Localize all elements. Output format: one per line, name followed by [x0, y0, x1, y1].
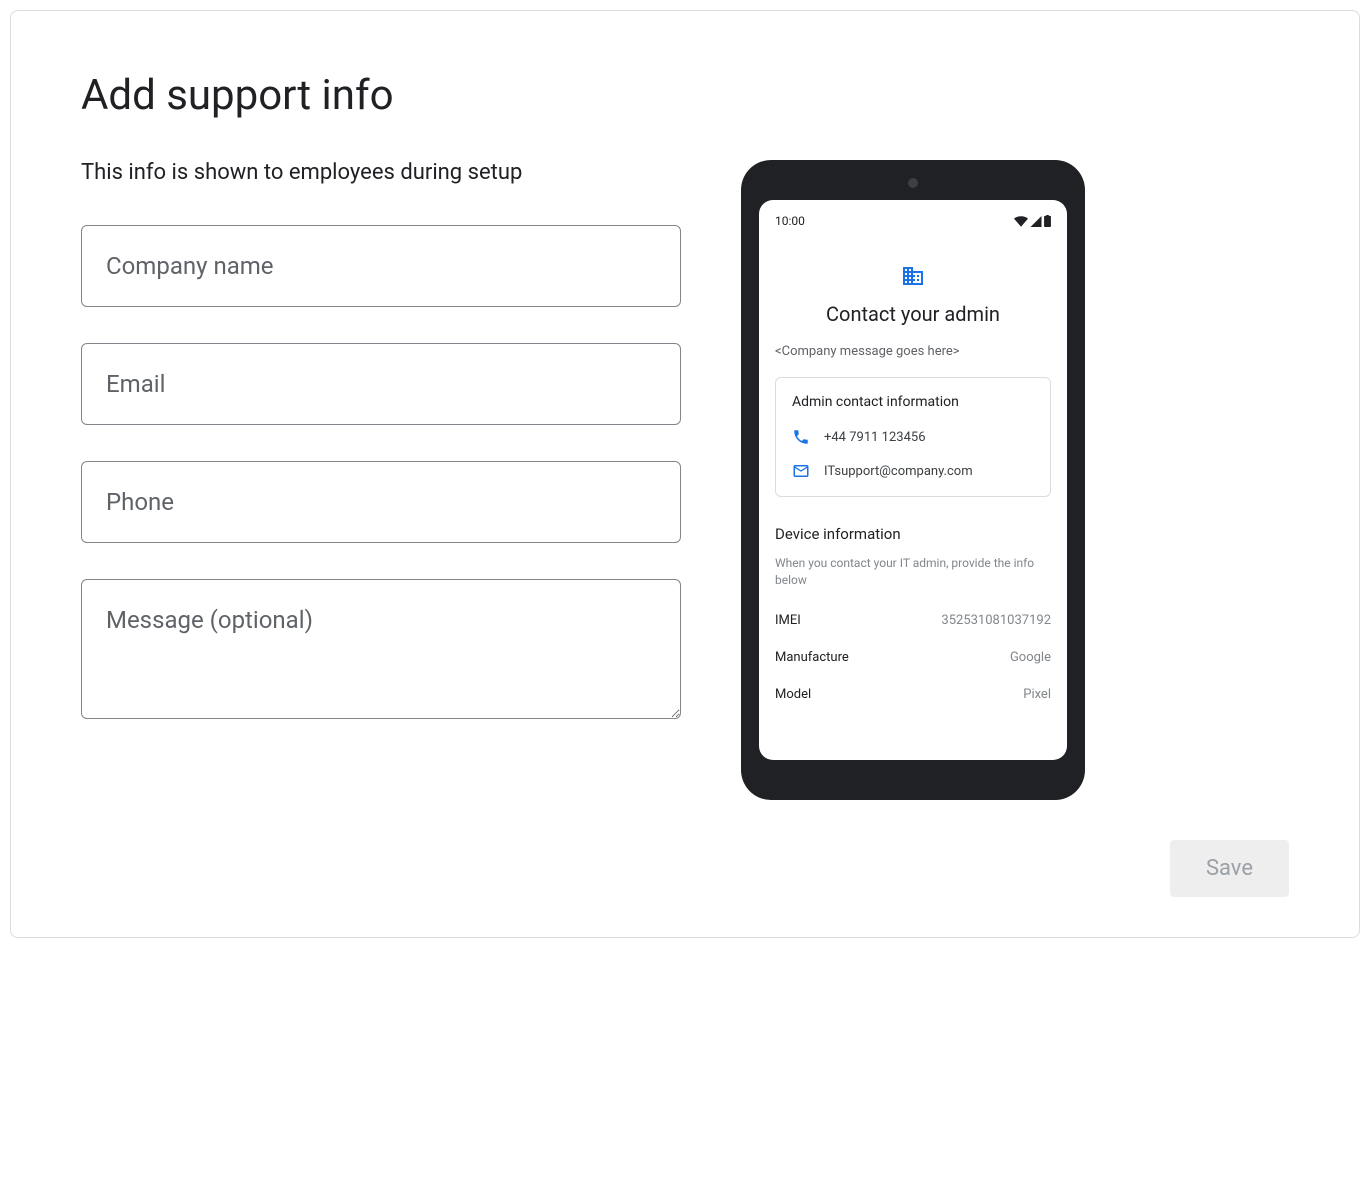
message-textarea[interactable]: [81, 579, 681, 719]
device-info-sub: When you contact your IT admin, provide …: [775, 555, 1051, 589]
contact-email-row: ITsupport@company.com: [792, 462, 1034, 480]
form-column: This info is shown to employees during s…: [81, 160, 681, 759]
phone-frame: 10:00 Contact your admin <Company messag…: [741, 160, 1085, 800]
device-row-value: Google: [1010, 650, 1051, 665]
admin-contact-heading: Admin contact information: [792, 394, 1034, 410]
save-button[interactable]: Save: [1170, 840, 1289, 897]
support-info-card: Add support info This info is shown to e…: [10, 10, 1360, 938]
building-icon: [901, 264, 925, 288]
content-row: This info is shown to employees during s…: [81, 160, 1289, 800]
preview-title: Contact your admin: [775, 302, 1051, 326]
admin-contact-card: Admin contact information +44 7911 12345…: [775, 377, 1051, 497]
phone-screen: 10:00 Contact your admin <Company messag…: [759, 200, 1067, 760]
page-subtitle: This info is shown to employees during s…: [81, 160, 681, 185]
contact-email-value: ITsupport@company.com: [824, 464, 973, 479]
footer: Save: [81, 840, 1289, 897]
phone-input[interactable]: [81, 461, 681, 543]
phone-preview-column: 10:00 Contact your admin <Company messag…: [741, 160, 1085, 800]
signal-icon: [1030, 216, 1042, 227]
device-row: Manufacture Google: [775, 650, 1051, 665]
status-bar: 10:00: [775, 214, 1051, 228]
battery-icon: [1044, 215, 1051, 227]
device-info-heading: Device information: [775, 525, 1051, 543]
device-row-value: 352531081037192: [941, 613, 1051, 628]
device-row-label: Model: [775, 687, 811, 702]
page-title: Add support info: [81, 71, 1289, 120]
email-icon: [792, 462, 810, 480]
contact-phone-value: +44 7911 123456: [824, 430, 926, 445]
device-row: IMEI 352531081037192: [775, 613, 1051, 628]
email-input[interactable]: [81, 343, 681, 425]
status-icons: [1014, 215, 1051, 227]
device-row-label: IMEI: [775, 613, 801, 628]
device-row: Model Pixel: [775, 687, 1051, 702]
company-name-input[interactable]: [81, 225, 681, 307]
status-time: 10:00: [775, 214, 805, 228]
contact-phone-row: +44 7911 123456: [792, 428, 1034, 446]
device-row-label: Manufacture: [775, 650, 849, 665]
wifi-icon: [1014, 216, 1028, 227]
phone-icon: [792, 428, 810, 446]
device-row-value: Pixel: [1023, 687, 1051, 702]
phone-camera-icon: [908, 178, 918, 188]
preview-message: <Company message goes here>: [775, 344, 1051, 359]
